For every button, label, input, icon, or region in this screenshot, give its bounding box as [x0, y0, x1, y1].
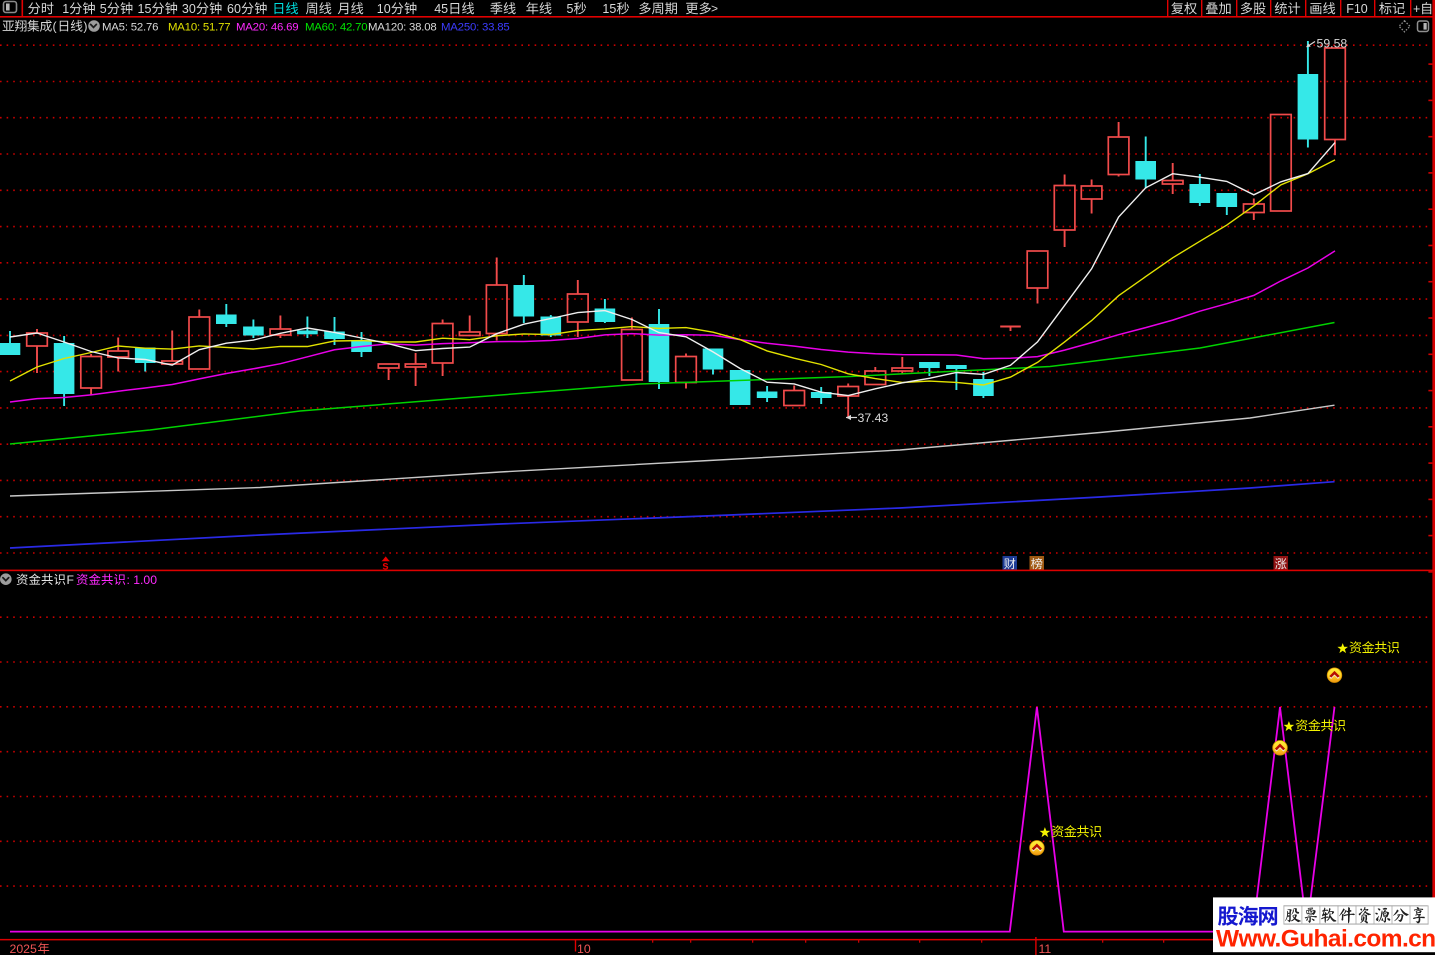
svg-text:MA250: 33.85: MA250: 33.85 [441, 22, 510, 34]
svg-text:11: 11 [1039, 942, 1052, 955]
svg-text:10: 10 [577, 942, 591, 955]
svg-text:45: 45 [434, 2, 448, 16]
svg-text:+: + [1413, 2, 1420, 16]
svg-text:15: 15 [138, 2, 152, 16]
svg-text:5: 5 [567, 2, 574, 16]
svg-text:F10: F10 [1346, 2, 1368, 16]
svg-text:15: 15 [602, 2, 616, 16]
svg-text:10: 10 [377, 2, 391, 16]
svg-text:37.43: 37.43 [858, 411, 889, 425]
svg-text:F: F [67, 573, 74, 587]
svg-text:60: 60 [227, 2, 241, 16]
svg-text:2025: 2025 [10, 942, 38, 955]
svg-text:MA120: 38.08: MA120: 38.08 [368, 22, 437, 34]
svg-text:: 1.00: : 1.00 [127, 573, 158, 587]
svg-text:): ) [83, 20, 87, 34]
svg-text:MA5: 52.76: MA5: 52.76 [102, 22, 158, 34]
svg-text:MA20: 46.69: MA20: 46.69 [236, 22, 298, 34]
svg-text:MA10: 51.77: MA10: 51.77 [168, 22, 230, 34]
svg-text:30: 30 [182, 2, 196, 16]
svg-text:59.58: 59.58 [1317, 37, 1348, 51]
svg-text:5: 5 [100, 2, 107, 16]
svg-text:MA60: 42.70: MA60: 42.70 [305, 22, 367, 34]
svg-text:Www.Guhai.com.cn: Www.Guhai.com.cn [1216, 925, 1435, 952]
svg-text:>: > [711, 2, 718, 16]
svg-text:1: 1 [62, 2, 69, 16]
